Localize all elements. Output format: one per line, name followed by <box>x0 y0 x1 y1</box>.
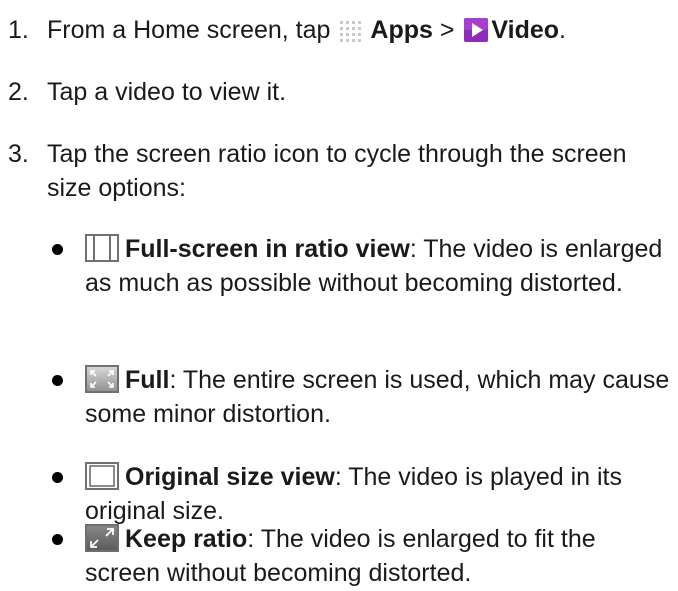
instruction-document: 1. From a Home screen, tap Apps > Video.… <box>0 0 678 591</box>
step-number: 3. <box>8 140 29 168</box>
step-text: Tap a video to view it. <box>47 78 287 106</box>
period: . <box>559 16 566 44</box>
apps-label: Apps <box>370 16 433 44</box>
option-title: Keep ratio <box>125 525 248 553</box>
option-text: Keep ratio: The video is enlarged to fit… <box>85 522 670 590</box>
apps-grid-icon <box>340 21 362 42</box>
option-title: Full-screen in ratio view <box>125 235 410 263</box>
option-title: Full <box>125 366 170 394</box>
step-1-text: From a Home screen, tap <box>47 16 331 44</box>
option-title: Original size view <box>125 463 335 491</box>
bullet-dot <box>52 534 63 545</box>
original-size-view-icon <box>85 462 119 490</box>
step-text: Tap the screen ratio icon to cycle throu… <box>47 140 627 202</box>
option-text: Full-screen in ratio view: The video is … <box>85 232 670 300</box>
full-screen-icon <box>85 365 119 393</box>
option-text: Original size view: The video is played … <box>85 460 670 528</box>
video-app-icon <box>464 18 489 42</box>
full-screen-in-ratio-view-icon <box>85 234 119 262</box>
separator: > <box>439 16 455 44</box>
video-label: Video <box>491 16 560 44</box>
bullet-dot <box>52 472 63 483</box>
option-description: : The entire screen is used, which may c… <box>85 366 670 428</box>
step-text: From a Home screen, tap Apps > Video. <box>47 13 657 47</box>
bullet-dot <box>52 375 63 386</box>
step-number: 1. <box>8 16 29 44</box>
keep-ratio-icon <box>85 524 119 552</box>
option-text: Full: The entire screen is used, which m… <box>85 363 670 431</box>
bullet-dot <box>52 244 63 255</box>
step-number: 2. <box>8 78 29 106</box>
